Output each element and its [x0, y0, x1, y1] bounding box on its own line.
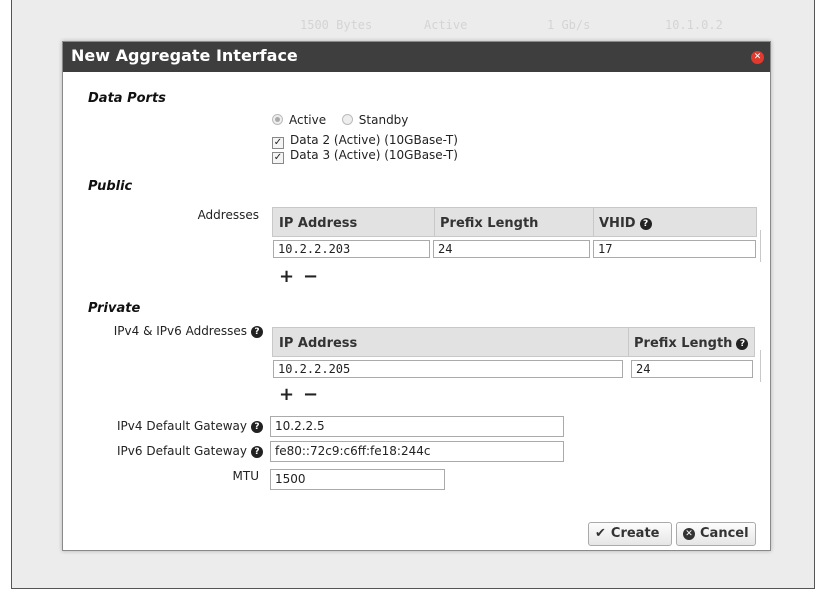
bg-cell: 10.1.0.2: [665, 18, 723, 32]
port-label: Data 2 (Active) (10GBase-T): [290, 133, 458, 147]
column-separator: [628, 328, 629, 357]
add-public-address-button[interactable]: +: [279, 266, 294, 287]
column-separator: [434, 208, 435, 237]
help-icon[interactable]: ?: [251, 446, 263, 458]
mtu-input[interactable]: 1500: [270, 469, 445, 490]
remove-private-address-button[interactable]: −: [303, 384, 318, 405]
column-prefix-length-label: Prefix Length: [634, 336, 733, 351]
bg-cell: 1500 Bytes: [300, 18, 373, 32]
private-prefix-input[interactable]: 24: [631, 360, 753, 378]
radio-active-label: Active: [289, 113, 327, 127]
create-button[interactable]: ✔ Create: [588, 522, 672, 546]
private-heading: Private: [88, 301, 141, 316]
column-separator: [593, 208, 594, 237]
help-icon[interactable]: ?: [736, 338, 749, 350]
public-ip-input[interactable]: 10.2.2.203: [273, 240, 430, 258]
column-prefix-length: Prefix Length: [440, 216, 539, 231]
ipv4-gateway-label-text: IPv4 Default Gateway: [117, 419, 247, 433]
public-addresses-label: Addresses: [197, 208, 259, 222]
private-addresses-label-text: IPv4 & IPv6 Addresses: [113, 324, 247, 338]
port-checkbox-row: ✓ Data 2 (Active) (10GBase-T): [272, 133, 458, 149]
port-checkbox[interactable]: ✓: [272, 152, 284, 164]
column-ip-address: IP Address: [279, 336, 358, 351]
radio-active[interactable]: [272, 114, 283, 125]
ipv4-gateway-input[interactable]: 10.2.2.5: [270, 416, 564, 437]
checkmark-icon: ✔: [595, 526, 606, 541]
private-addresses-table-header: IP Address Prefix Length?: [272, 327, 755, 357]
cancel-button-label: Cancel: [700, 526, 749, 541]
cancel-icon: ✕: [683, 528, 695, 540]
cancel-button[interactable]: ✕ Cancel: [676, 522, 756, 546]
help-icon[interactable]: ?: [251, 326, 263, 338]
private-ip-input[interactable]: 10.2.2.205: [273, 360, 623, 378]
help-icon[interactable]: ?: [251, 421, 263, 433]
column-vhid: VHID?: [599, 216, 652, 231]
column-vhid-label: VHID: [599, 216, 636, 231]
help-icon[interactable]: ?: [639, 218, 652, 230]
ipv4-gateway-label: IPv4 Default Gateway?: [73, 419, 263, 433]
ipv6-gateway-input[interactable]: fe80::72c9:c6ff:fe18:244c: [270, 441, 564, 462]
port-checkbox-row: ✓ Data 3 (Active) (10GBase-T): [272, 148, 458, 164]
mtu-label: MTU: [232, 469, 259, 483]
public-vhid-input[interactable]: 17: [593, 240, 756, 258]
ipv6-gateway-label-text: IPv6 Default Gateway: [117, 444, 247, 458]
create-button-label: Create: [610, 526, 660, 541]
new-aggregate-interface-dialog: New Aggregate Interface ✕ Data Ports Act…: [62, 41, 771, 551]
remove-public-address-button[interactable]: −: [303, 266, 318, 287]
add-private-address-button[interactable]: +: [279, 384, 294, 405]
bg-cell: Active: [424, 18, 468, 32]
public-addresses-table-header: IP Address Prefix Length VHID?: [272, 207, 757, 237]
radio-standby[interactable]: [341, 114, 353, 125]
public-prefix-input[interactable]: 24: [433, 240, 590, 258]
table-border: [760, 230, 761, 262]
port-mode-radios: Active Standby: [272, 113, 408, 127]
dialog-title: New Aggregate Interface: [71, 46, 298, 65]
radio-standby-label: Standby: [358, 113, 409, 127]
public-heading: Public: [88, 179, 133, 194]
private-addresses-label: IPv4 & IPv6 Addresses?: [73, 324, 263, 338]
data-ports-heading: Data Ports: [88, 91, 166, 106]
table-border: [760, 350, 761, 382]
ipv6-gateway-label: IPv6 Default Gateway?: [73, 444, 263, 458]
column-ip-address: IP Address: [279, 216, 358, 231]
close-icon[interactable]: ✕: [751, 51, 764, 64]
background-table-row: 1500 Bytes Active 1 Gb/s 10.1.0.2: [300, 18, 780, 34]
bg-cell: 1 Gb/s: [547, 18, 591, 32]
column-prefix-length: Prefix Length?: [634, 336, 749, 351]
dialog-titlebar: New Aggregate Interface ✕: [63, 42, 770, 72]
port-label: Data 3 (Active) (10GBase-T): [290, 148, 458, 162]
